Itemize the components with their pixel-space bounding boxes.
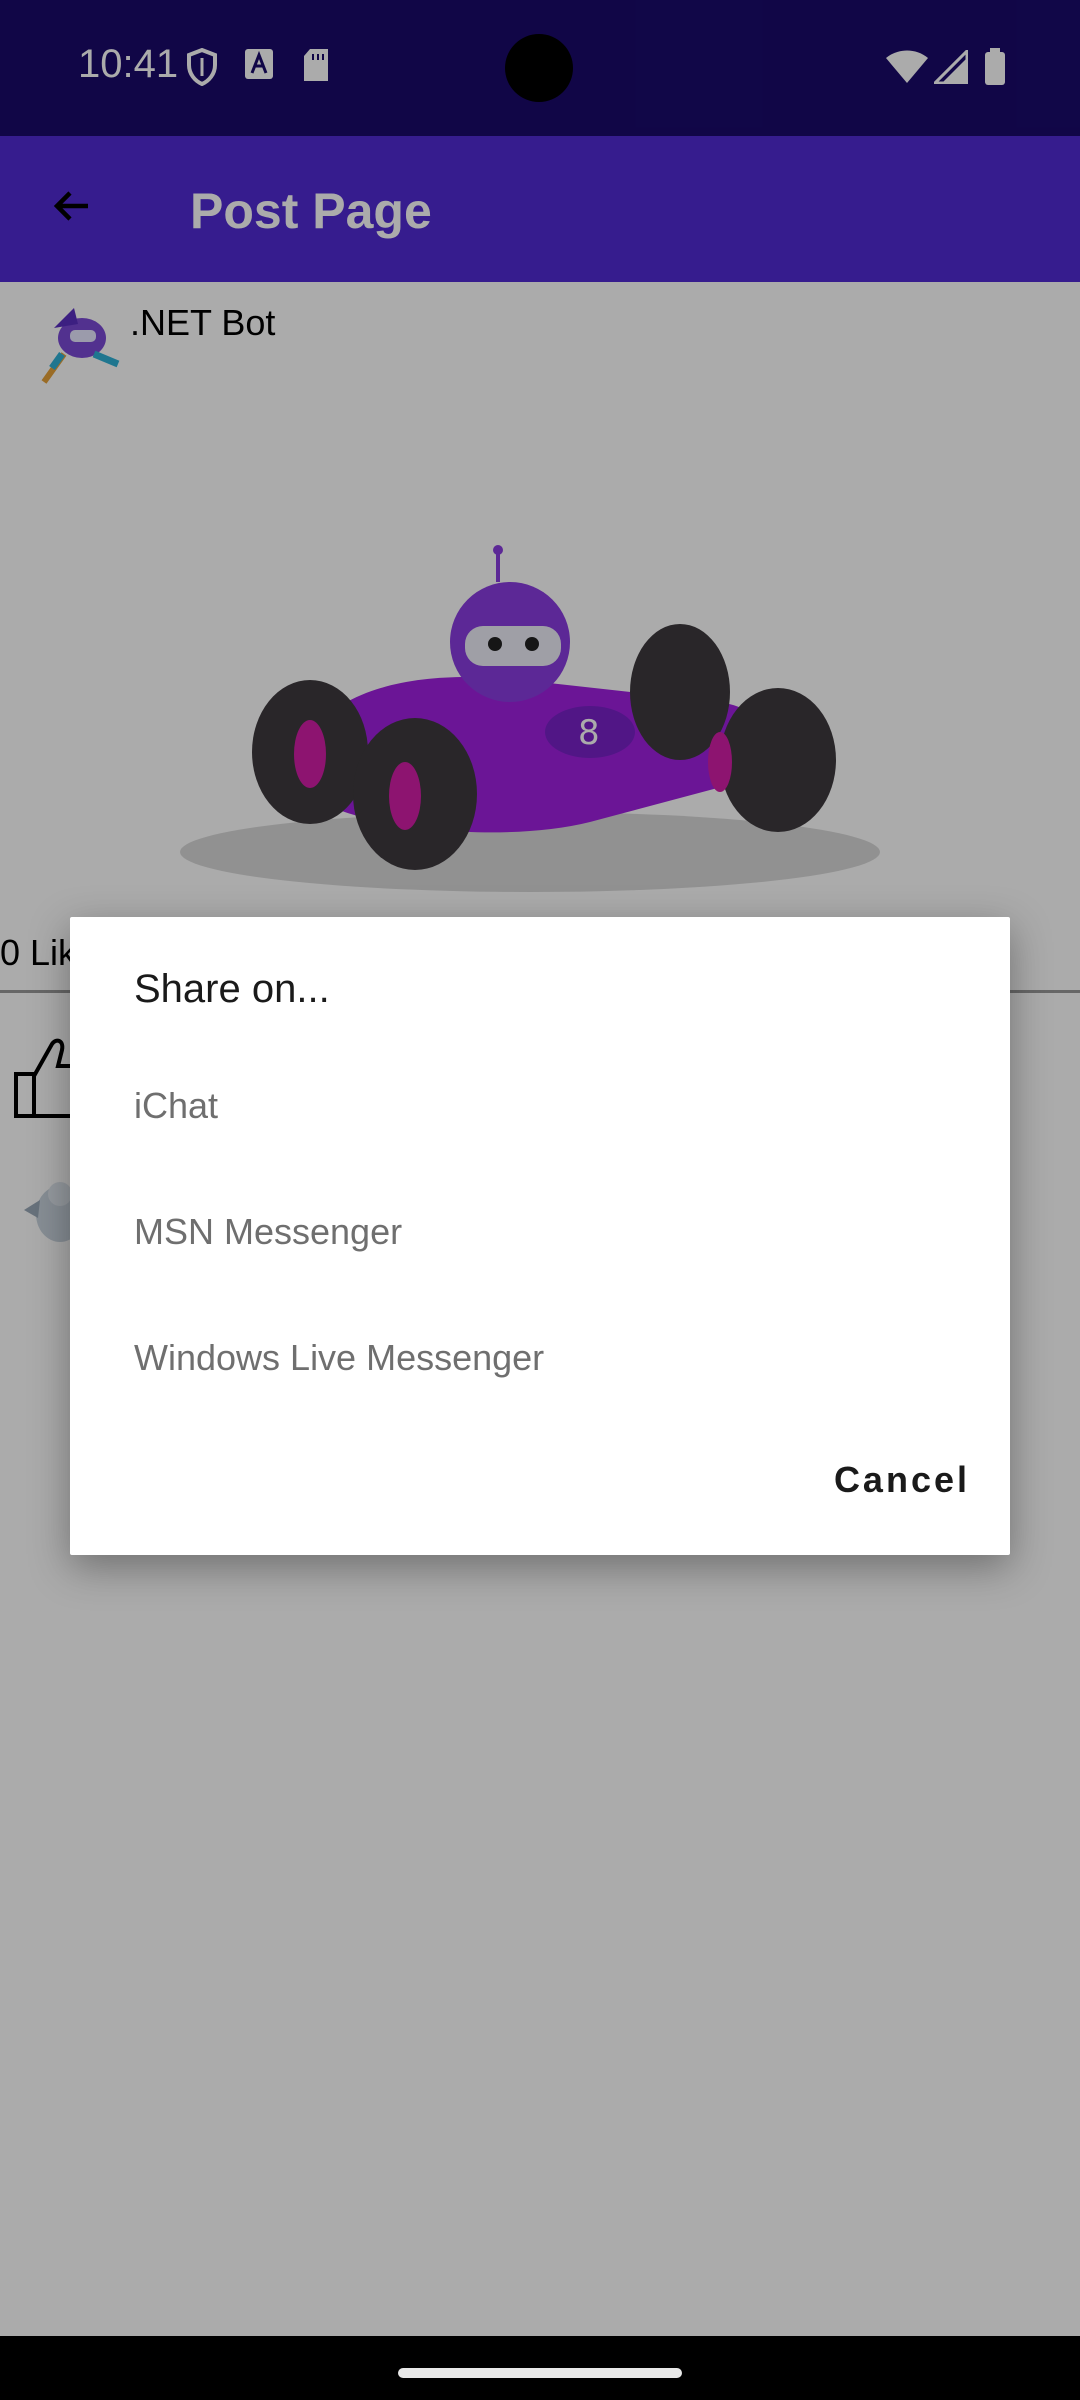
share-option-windows-live-messenger[interactable]: Windows Live Messenger bbox=[134, 1337, 544, 1379]
dialog-title: Share on... bbox=[134, 967, 330, 1011]
share-option-msn-messenger[interactable]: MSN Messenger bbox=[134, 1211, 402, 1253]
cancel-button[interactable]: Cancel bbox=[834, 1459, 970, 1501]
share-option-ichat[interactable]: iChat bbox=[134, 1085, 218, 1127]
home-gesture-handle[interactable] bbox=[398, 2368, 682, 2378]
navigation-bar bbox=[0, 2336, 1080, 2400]
share-dialog: Share on... iChat MSN Messenger Windows … bbox=[70, 917, 1010, 1555]
